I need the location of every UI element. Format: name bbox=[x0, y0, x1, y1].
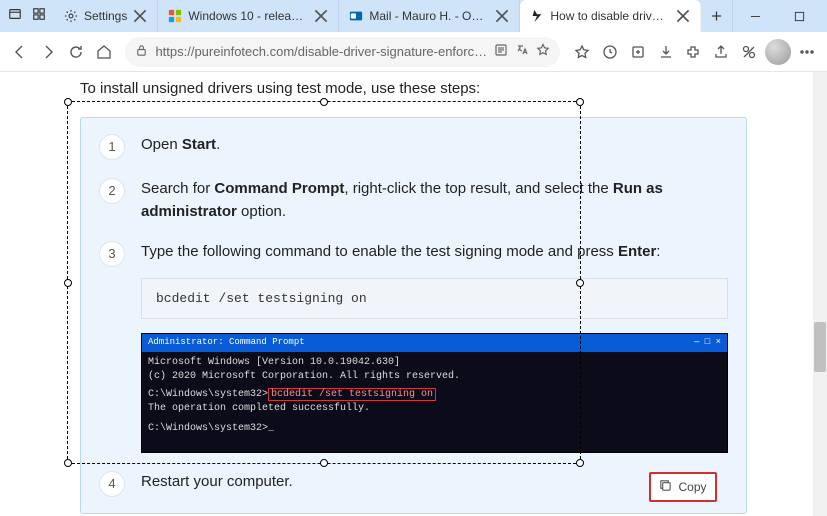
tab-label: Settings bbox=[84, 9, 127, 23]
step-body: Open Start. bbox=[141, 134, 728, 160]
share-button[interactable] bbox=[709, 36, 733, 68]
menu-button[interactable] bbox=[795, 36, 819, 68]
close-icon[interactable] bbox=[676, 9, 690, 23]
close-window-button[interactable] bbox=[821, 0, 827, 32]
extensions-button[interactable] bbox=[682, 36, 706, 68]
favorites-button[interactable] bbox=[570, 36, 594, 68]
tab-label: Mail - Mauro H. - Outlook bbox=[369, 9, 489, 23]
step-body: Type the following command to enable the… bbox=[141, 241, 728, 453]
step-4: 4 Restart your computer. bbox=[99, 471, 728, 497]
translate-icon[interactable] bbox=[515, 43, 529, 60]
step-number: 4 bbox=[99, 471, 125, 497]
copy-label: Copy bbox=[678, 480, 706, 494]
favorite-icon[interactable] bbox=[536, 43, 550, 60]
close-icon[interactable] bbox=[133, 9, 147, 23]
back-button[interactable] bbox=[8, 36, 32, 68]
window-titlebar: Settings Windows 10 - release inf… Mail … bbox=[0, 0, 827, 32]
step-number: 2 bbox=[99, 178, 125, 204]
steps-list: 1 Open Start. 2 Search for Command Promp… bbox=[80, 117, 747, 514]
profile-button[interactable] bbox=[765, 36, 791, 68]
outlook-icon bbox=[349, 9, 363, 23]
gear-icon bbox=[64, 9, 78, 23]
tab-pureinfotech[interactable]: How to disable driver sig… bbox=[520, 0, 701, 32]
page-content: To install unsigned drivers using test m… bbox=[0, 72, 827, 516]
tab-outlook[interactable]: Mail - Mauro H. - Outlook bbox=[339, 0, 520, 32]
code-block: bcdedit /set testsigning on bbox=[141, 278, 728, 320]
microsoft-icon bbox=[168, 9, 182, 23]
step-2: 2 Search for Command Prompt, right-click… bbox=[99, 178, 728, 223]
lock-icon bbox=[135, 44, 148, 60]
tab-settings[interactable]: Settings bbox=[54, 0, 158, 32]
maximize-button[interactable] bbox=[777, 0, 821, 32]
command-prompt-screenshot: Administrator: Command Prompt— □ × Micro… bbox=[141, 333, 728, 453]
forward-button[interactable] bbox=[36, 36, 60, 68]
intro-text: To install unsigned drivers using test m… bbox=[80, 80, 747, 97]
tab-label: How to disable driver sig… bbox=[550, 9, 670, 23]
page-icon bbox=[530, 9, 544, 23]
downloads-button[interactable] bbox=[654, 36, 678, 68]
new-tab-button[interactable] bbox=[701, 0, 733, 32]
scrollbar-thumb[interactable] bbox=[814, 322, 826, 372]
step-number: 1 bbox=[99, 134, 125, 160]
browser-toolbar: https://pureinfotech.com/disable-driver-… bbox=[0, 32, 827, 72]
step-number: 3 bbox=[99, 241, 125, 267]
collections-button[interactable] bbox=[626, 36, 650, 68]
vertical-scrollbar[interactable] bbox=[813, 72, 827, 516]
reader-icon[interactable] bbox=[494, 43, 508, 60]
close-icon[interactable] bbox=[314, 9, 328, 23]
copy-icon bbox=[659, 479, 672, 495]
cmd-titlebar: Administrator: Command Prompt— □ × bbox=[142, 334, 727, 352]
home-button[interactable] bbox=[92, 36, 116, 68]
step-body: Restart your computer. bbox=[141, 471, 728, 497]
step-3: 3 Type the following command to enable t… bbox=[99, 241, 728, 453]
close-icon[interactable] bbox=[495, 9, 509, 23]
step-1: 1 Open Start. bbox=[99, 134, 728, 160]
tab-label: Windows 10 - release inf… bbox=[188, 9, 308, 23]
step-body: Search for Command Prompt, right-click t… bbox=[141, 178, 728, 223]
tab-strip: Settings Windows 10 - release inf… Mail … bbox=[54, 0, 733, 32]
address-bar[interactable]: https://pureinfotech.com/disable-driver-… bbox=[125, 37, 560, 67]
minimize-button[interactable] bbox=[733, 0, 777, 32]
web-capture-button[interactable] bbox=[737, 36, 761, 68]
tab-windows10[interactable]: Windows 10 - release inf… bbox=[158, 0, 339, 32]
avatar bbox=[765, 39, 791, 65]
url-text: https://pureinfotech.com/disable-driver-… bbox=[155, 44, 487, 59]
copy-button[interactable]: Copy bbox=[649, 472, 717, 502]
history-button[interactable] bbox=[598, 36, 622, 68]
refresh-button[interactable] bbox=[64, 36, 88, 68]
tab-actions-icon[interactable] bbox=[8, 7, 22, 26]
vertical-tabs-icon[interactable] bbox=[32, 7, 46, 26]
